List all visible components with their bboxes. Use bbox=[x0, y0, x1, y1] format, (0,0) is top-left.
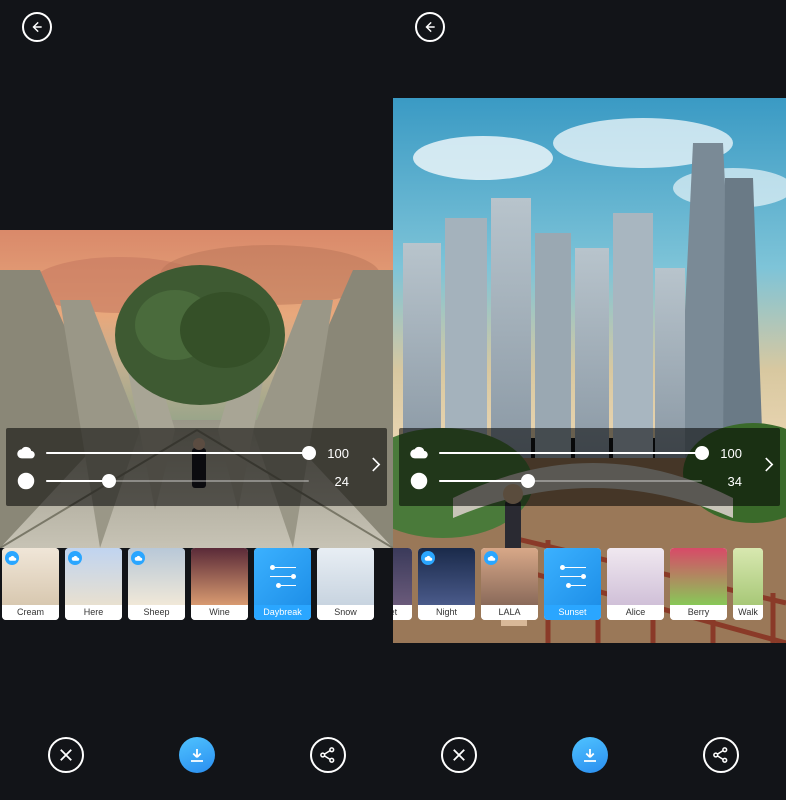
filter-wine[interactable]: Wine bbox=[191, 548, 248, 620]
filter-thumbnail bbox=[254, 548, 311, 605]
filter-label: LALA bbox=[481, 605, 538, 620]
screen-left: 100 24 Cream Here Sheep Wine Daybreak Snow bbox=[0, 0, 393, 800]
filter-strip[interactable]: Cream Here Sheep Wine Daybreak Snow bbox=[0, 548, 393, 620]
filter-strip[interactable]: ve Viet Night LALA Sunset Alice Berry Walk bbox=[393, 548, 786, 620]
aperture-slider[interactable] bbox=[439, 471, 702, 491]
filter-label: Snow bbox=[317, 605, 374, 620]
filter-thumbnail bbox=[733, 548, 763, 605]
cloud-value: 100 bbox=[319, 446, 349, 461]
filter-thumbnail bbox=[128, 548, 185, 605]
download-button[interactable] bbox=[572, 737, 608, 773]
cloud-slider-row: 100 bbox=[16, 443, 349, 463]
aperture-slider-row: 24 bbox=[16, 471, 349, 491]
cloud-icon bbox=[409, 443, 429, 463]
filter-lala[interactable]: LALA bbox=[481, 548, 538, 620]
filter-label: Walk bbox=[733, 605, 763, 620]
cloud-badge-icon bbox=[131, 551, 145, 565]
filter-alice[interactable]: Alice bbox=[607, 548, 664, 620]
filter-label: Alice bbox=[607, 605, 664, 620]
filter-label: Here bbox=[65, 605, 122, 620]
selected-indicator-icon bbox=[254, 548, 311, 605]
filter-label: Wine bbox=[191, 605, 248, 620]
back-button[interactable] bbox=[22, 12, 52, 42]
filter-thumbnail bbox=[670, 548, 727, 605]
share-button[interactable] bbox=[703, 737, 739, 773]
aperture-slider-row: 34 bbox=[409, 471, 742, 491]
filter-label: Daybreak bbox=[254, 605, 311, 620]
cloud-slider-row: 100 bbox=[409, 443, 742, 463]
filter-thumbnail bbox=[481, 548, 538, 605]
aperture-slider[interactable] bbox=[46, 471, 309, 491]
back-button[interactable] bbox=[415, 12, 445, 42]
filter-thumbnail bbox=[2, 548, 59, 605]
filter-label: Sunset bbox=[544, 605, 601, 620]
filter-walk[interactable]: Walk bbox=[733, 548, 763, 620]
adjustment-panel: 100 34 bbox=[399, 428, 780, 506]
filter-label: ve Viet bbox=[393, 605, 412, 620]
filter-ve-viet[interactable]: ve Viet bbox=[393, 548, 412, 620]
cancel-button[interactable] bbox=[48, 737, 84, 773]
cloud-slider[interactable] bbox=[439, 443, 702, 463]
selected-indicator-icon bbox=[544, 548, 601, 605]
cancel-button[interactable] bbox=[441, 737, 477, 773]
cloud-badge-icon bbox=[5, 551, 19, 565]
filter-label: Berry bbox=[670, 605, 727, 620]
filter-berry[interactable]: Berry bbox=[670, 548, 727, 620]
filter-thumbnail bbox=[544, 548, 601, 605]
download-button[interactable] bbox=[179, 737, 215, 773]
share-button[interactable] bbox=[310, 737, 346, 773]
filter-night[interactable]: Night bbox=[418, 548, 475, 620]
bottom-bar bbox=[393, 710, 786, 800]
aperture-icon bbox=[409, 471, 429, 491]
cloud-badge-icon bbox=[421, 551, 435, 565]
next-panel-button[interactable] bbox=[371, 457, 381, 478]
filter-label: Night bbox=[418, 605, 475, 620]
aperture-value: 24 bbox=[319, 474, 349, 489]
filter-thumbnail bbox=[65, 548, 122, 605]
filter-label: Sheep bbox=[128, 605, 185, 620]
filter-label: Cream bbox=[2, 605, 59, 620]
cloud-slider[interactable] bbox=[46, 443, 309, 463]
filter-thumbnail bbox=[607, 548, 664, 605]
cloud-badge-icon bbox=[484, 551, 498, 565]
bottom-bar bbox=[0, 710, 393, 800]
cloud-badge-icon bbox=[68, 551, 82, 565]
aperture-value: 34 bbox=[712, 474, 742, 489]
screen-right: 100 34 ve Viet Night LALA Sunset Alice Berry W… bbox=[393, 0, 786, 800]
filter-sunset[interactable]: Sunset bbox=[544, 548, 601, 620]
filter-daybreak[interactable]: Daybreak bbox=[254, 548, 311, 620]
aperture-icon bbox=[16, 471, 36, 491]
filter-sheep[interactable]: Sheep bbox=[128, 548, 185, 620]
adjustment-panel: 100 24 bbox=[6, 428, 387, 506]
filter-thumbnail bbox=[418, 548, 475, 605]
cloud-icon bbox=[16, 443, 36, 463]
next-panel-button[interactable] bbox=[764, 457, 774, 478]
filter-here[interactable]: Here bbox=[65, 548, 122, 620]
filter-snow[interactable]: Snow bbox=[317, 548, 374, 620]
cloud-value: 100 bbox=[712, 446, 742, 461]
filter-cream[interactable]: Cream bbox=[2, 548, 59, 620]
filter-thumbnail bbox=[191, 548, 248, 605]
filter-thumbnail bbox=[317, 548, 374, 605]
filter-thumbnail bbox=[393, 548, 412, 605]
